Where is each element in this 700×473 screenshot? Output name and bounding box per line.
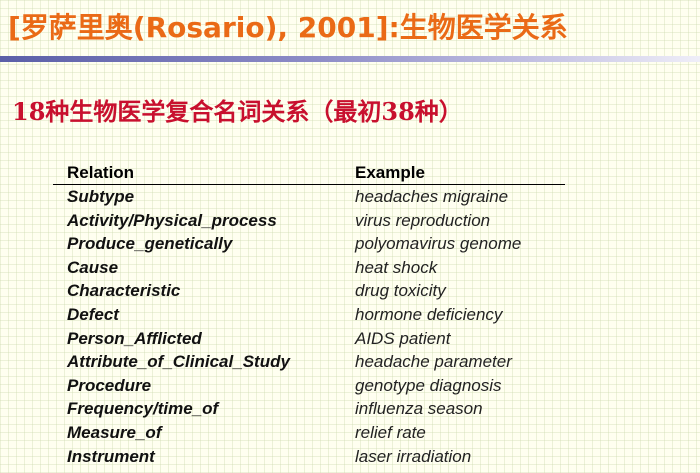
table-row: Person_Afflicted AIDS patient	[53, 327, 565, 351]
example-cell: virus reproduction	[355, 210, 491, 230]
relation-cell: Instrument	[67, 446, 155, 466]
table-row: Procedure genotype diagnosis	[53, 374, 565, 398]
relation-cell: Characteristic	[67, 281, 181, 301]
table-row: Defect hormone deficiency	[53, 303, 565, 327]
example-cell: heat shock	[355, 257, 438, 277]
example-cell: hormone deficiency	[355, 304, 503, 324]
table-row: Measure_of relief rate	[53, 421, 565, 445]
relation-cell: Measure_of	[67, 422, 162, 442]
relation-table-body: Subtype headaches migraine Activity/Physic…	[53, 185, 565, 469]
example-cell: laser irradiation	[355, 446, 472, 466]
table-row: Produce_genetically polyomavirus genome	[53, 232, 565, 256]
example-cell: influenza season	[355, 399, 483, 419]
table-row: Characteristic drug toxicity	[53, 279, 565, 303]
example-cell: headaches migraine	[355, 187, 509, 206]
relation-cell: Produce_genetically	[67, 234, 233, 254]
example-cell: polyomavirus genome	[355, 234, 522, 254]
relation-cell: Defect	[67, 304, 119, 324]
example-cell: genotype diagnosis	[355, 375, 502, 395]
table-row: Subtype headaches migraine	[53, 185, 565, 209]
example-cell: AIDS patient	[355, 328, 451, 348]
header-relation: Relation	[53, 161, 355, 185]
slide-subtitle: 18种生物医学复合名词关系（最初38种）	[12, 97, 463, 126]
table-row: Frequency/time_of influenza season	[53, 397, 565, 421]
table-row: Instrument laser irradiation	[53, 445, 565, 469]
relation-cell: Subtype	[67, 187, 135, 206]
example-cell: headache parameter	[355, 352, 512, 372]
relation-table: Relation Example Subtype headaches migrai…	[53, 161, 565, 468]
relation-cell: Person_Afflicted	[67, 328, 202, 348]
example-cell: drug toxicity	[355, 281, 446, 301]
header-example: Example	[355, 161, 565, 185]
table-row: Cause heat shock	[53, 256, 565, 280]
table-row: Attribute_of_Clinical_Study headache para…	[53, 350, 565, 374]
relation-cell: Cause	[67, 257, 119, 277]
example-cell: relief rate	[355, 422, 426, 442]
table-row: Activity/Physical_process virus reproduct…	[53, 209, 565, 233]
relation-cell: Attribute_of_Clinical_Study	[67, 352, 290, 372]
slide-title: [罗萨里奥(Rosario), 2001]:生物医学关系	[8, 11, 568, 44]
relation-cell: Procedure	[67, 375, 152, 395]
relation-cell: Frequency/time_of	[67, 399, 219, 419]
relation-cell: Activity/Physical_process	[67, 210, 277, 230]
table-header-row: Relation Example	[53, 161, 565, 185]
title-divider	[0, 56, 700, 62]
